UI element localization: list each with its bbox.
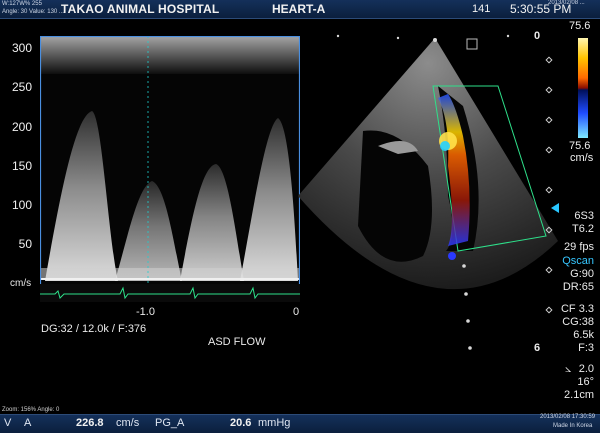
param-filter: F:3 (578, 342, 594, 354)
param-depth: 2.1cm (564, 389, 594, 401)
param-cf: CF 3.3 (560, 303, 594, 315)
param-prf: 6.5k (573, 329, 594, 341)
param-fps: 29 fps (564, 241, 594, 253)
y-tick-150: 150 (11, 159, 32, 173)
y-tick-200: 200 (11, 120, 32, 134)
depth-top-label: 0 (534, 30, 541, 42)
made-in-label: Made In Korea (553, 423, 593, 429)
param-dr: DR:65 (562, 281, 594, 293)
colorbar-unit: cm/s (570, 152, 594, 164)
velocity-label: V (4, 417, 12, 429)
meta-line-2: Angle: 30 Value: 130 ... (2, 9, 64, 15)
footer-date: 2013/02/08 17:30:59 (540, 414, 596, 420)
y-tick-50: 50 (18, 237, 32, 251)
meta-line-1: W:127W% 255 (2, 1, 42, 7)
param-angle: 16° (577, 376, 594, 388)
frame-number: 141 (472, 3, 491, 15)
velocity-unit: cm/s (116, 417, 140, 429)
color-velocity-bar (578, 38, 588, 138)
doppler-label: ASD FLOW (208, 336, 266, 348)
y-tick-100: 100 (11, 198, 32, 212)
zoom-info: Zoom: 156% Angle: 0 (2, 407, 60, 413)
y-tick-250: 250 (11, 80, 32, 94)
velocity-value: 226.8 (76, 417, 104, 429)
pg-value: 20.6 (230, 417, 252, 429)
doppler-settings: DG:32 / 12.0k / F:376 (41, 323, 147, 335)
hospital-name: TAKAO ANIMAL HOSPITAL (61, 2, 220, 16)
pg-label: PG_A (155, 417, 185, 429)
param-angle-value: 2.0 (578, 363, 594, 375)
y-tick-300: 300 (11, 41, 32, 55)
doppler-spectrum-panel (40, 36, 300, 302)
mode-label: A (24, 417, 32, 429)
y-unit-label: cm/s (10, 278, 32, 289)
param-probe: 6S3 (574, 210, 594, 222)
param-qscan: Qscan (562, 255, 594, 267)
doppler-baseline-marker: -1.0 (136, 306, 155, 318)
pg-unit: mmHg (258, 417, 291, 429)
preset-name: HEART-A (272, 2, 326, 16)
param-cg: CG:38 (562, 316, 594, 328)
colorbar-bottom-value: 75.6 (569, 140, 591, 152)
param-tissue: T6.2 (571, 223, 594, 235)
header-date: 2013/02/08 ... (548, 0, 585, 6)
colorbar-top-value: 75.6 (569, 20, 591, 32)
param-gain: G:90 (570, 268, 594, 280)
